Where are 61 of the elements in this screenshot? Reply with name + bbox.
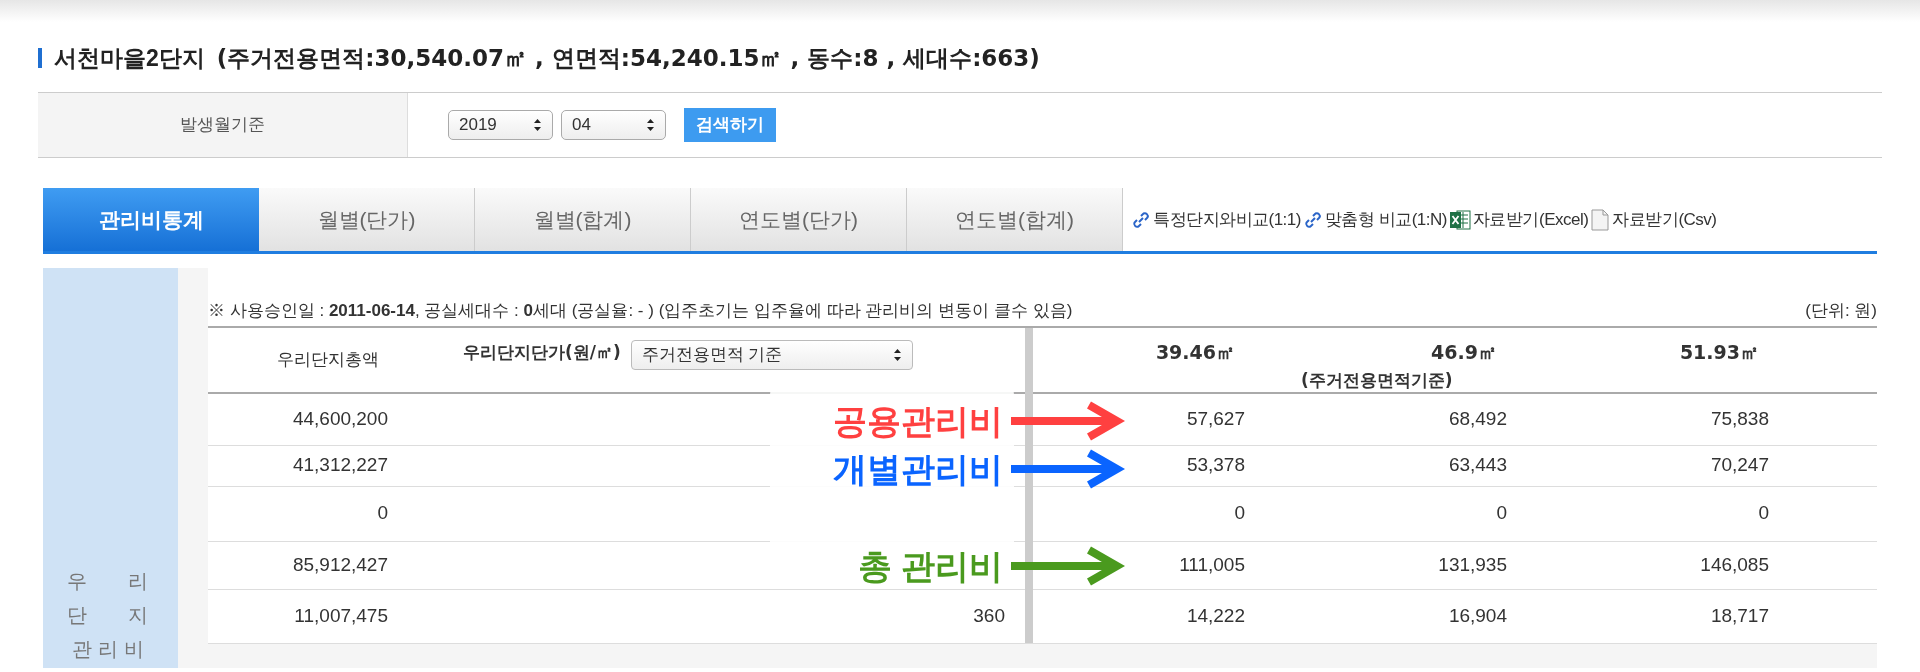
link-icon xyxy=(1131,209,1151,230)
table-cell-text: 16,904 xyxy=(1448,603,1507,628)
table-cell-text: 0 xyxy=(377,501,388,526)
table-cell-text: 14,222 xyxy=(1186,603,1245,628)
download-link[interactable]: 맞춤형 비교(1:N) xyxy=(1302,206,1447,233)
column-header: 39.46㎡ xyxy=(1155,339,1235,365)
table-cell-text: 146,085 xyxy=(1700,552,1769,577)
filter-label: 발생월기준 xyxy=(38,93,408,157)
complex-details: (주거전용면적:30,540.07㎡ , 연면적:54,240.15㎡ , 동수:8 , 세대수:663) xyxy=(216,43,1040,73)
tab[interactable]: 관리비통계 xyxy=(43,188,259,251)
arrow-icon xyxy=(1009,546,1125,586)
basis-select[interactable]: 주거전용면적 기준 xyxy=(630,339,913,370)
tab[interactable]: 월별(단가) xyxy=(259,188,475,251)
table-cell-text: 68,492 xyxy=(1448,406,1507,431)
table-cell-text: 360 xyxy=(973,603,1005,628)
table-cell-text: 70,247 xyxy=(1710,453,1769,478)
column-header: 우리단지단가(원/㎡) xyxy=(463,340,621,364)
download-link[interactable]: 자료받기(Csv) xyxy=(1590,206,1717,233)
tab[interactable]: 월별(합계) xyxy=(475,188,691,251)
tab[interactable]: 연도별(단가) xyxy=(691,188,907,251)
side-label: 관리비 xyxy=(71,637,150,662)
download-link[interactable]: 특정단지와비교(1:1) xyxy=(1131,206,1301,233)
table-cell-text: 85,912,427 xyxy=(292,552,388,577)
table-cell-text: 131,935 xyxy=(1438,552,1507,577)
annotation-label: 공용관리비 xyxy=(833,401,1003,442)
complex-name: 서천마을2단지 xyxy=(54,43,205,73)
column-header: 51.93㎡ xyxy=(1679,339,1759,365)
table-cell-text: 41,312,227 xyxy=(292,453,388,478)
table-cell-text: 0 xyxy=(1496,501,1507,526)
table-cell-text: 18,717 xyxy=(1710,603,1769,628)
arrow-icon xyxy=(1009,449,1125,489)
table-cell-text: 0 xyxy=(1234,501,1245,526)
caret-icon xyxy=(533,118,542,132)
tab[interactable]: 연도별(합계) xyxy=(907,188,1123,251)
note-text: ※ 사용승인일 : 2011-06-14, 공실세대수 : 0세대 (공실율: - ) (입주초기는 입주율에 따라 관리비의 변동이 클수 있음) xyxy=(208,300,1073,322)
year-select[interactable]: 2019 xyxy=(448,110,553,140)
side-label: 우 리 xyxy=(67,569,154,594)
download-link[interactable]: 자료받기(Excel) xyxy=(1448,206,1589,233)
title-marker xyxy=(38,48,42,68)
table-cell-text: 0 xyxy=(1758,501,1769,526)
table-cell-text: 57,627 xyxy=(1186,406,1245,431)
spreadsheet-icon xyxy=(1448,208,1471,231)
table-cell-text: 44,600,200 xyxy=(292,406,388,431)
unit-text: (단위: 원) xyxy=(1805,300,1877,322)
table-cell-text: 111,005 xyxy=(1179,552,1245,577)
table-cell-text: 63,443 xyxy=(1448,453,1507,478)
caret-icon xyxy=(892,347,902,362)
month-select[interactable]: 04 xyxy=(561,110,666,140)
annotation-label: 총 관리비 xyxy=(857,546,1003,587)
table-cell-text: 75,838 xyxy=(1710,406,1769,431)
side-label: 단 지 xyxy=(67,603,154,628)
column-header: 46.9㎡ xyxy=(1431,339,1497,365)
table-cell-text: 53,378 xyxy=(1186,453,1245,478)
table-cell-text: 11,007,475 xyxy=(294,603,388,628)
column-caption: (주거전용면적기준) xyxy=(1301,368,1453,392)
annotation-label: 개별관리비 xyxy=(833,449,1003,490)
column-header: 우리단지총액 xyxy=(277,348,379,371)
arrow-icon xyxy=(1009,401,1125,441)
document-icon xyxy=(1590,208,1611,231)
link-icon xyxy=(1302,209,1323,230)
caret-icon xyxy=(646,118,655,132)
